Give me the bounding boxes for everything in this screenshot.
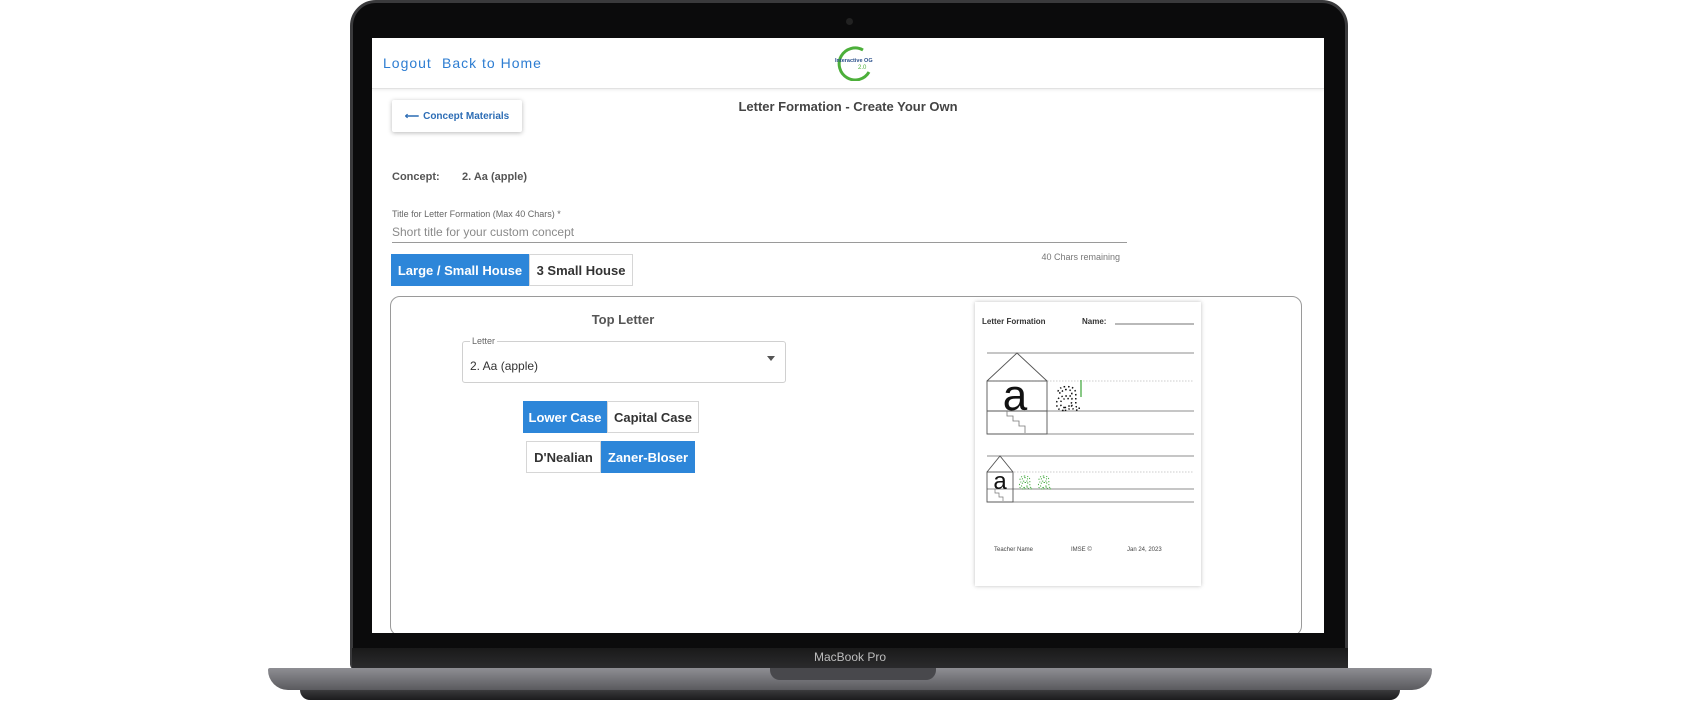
three-small-house-option[interactable]: 3 Small House	[529, 254, 633, 286]
app-screen: Logout Back to Home Interactive OG 2.0 ⟵…	[372, 38, 1324, 633]
brand-label: MacBook Pro	[813, 650, 887, 664]
case-toggle: Lower Case Capital Case	[523, 401, 699, 433]
sample-letter-large: a	[1003, 371, 1028, 420]
chars-remaining: 40 Chars remaining	[1041, 252, 1120, 262]
letter-formation-worksheet-graphic: a a a a a	[986, 323, 1194, 503]
letter-select-label: Letter	[470, 336, 498, 346]
concept-value: 2. Aa (apple)	[462, 171, 527, 183]
trace-letter-small-2: a	[1037, 468, 1051, 495]
worksheet-date: Jan 24, 2023	[1127, 547, 1162, 553]
trace-letter-small-1: a	[1018, 468, 1032, 495]
trace-letter-large: a	[1055, 371, 1080, 420]
title-input[interactable]	[392, 222, 1127, 243]
logo-text-line2: 2.0	[858, 65, 867, 71]
capital-case-option[interactable]: Capital Case	[607, 401, 699, 433]
lower-case-option[interactable]: Lower Case	[523, 401, 607, 433]
chevron-down-icon[interactable]	[767, 356, 775, 361]
laptop-notch	[770, 668, 936, 680]
sample-letter-small: a	[993, 468, 1007, 495]
imse-copyright: IMSE ©	[1071, 547, 1092, 553]
font-style-toggle: D'Nealian Zaner-Bloser	[526, 441, 695, 473]
letter-select-value: 2. Aa (apple)	[470, 359, 539, 373]
interactive-og-logo: Interactive OG 2.0	[835, 46, 873, 81]
logo-text-line1: Interactive OG	[835, 58, 873, 64]
logout-link[interactable]: Logout	[383, 55, 432, 71]
concept-label: Concept:	[392, 171, 440, 183]
laptop-foot	[300, 690, 1400, 700]
dnealian-option[interactable]: D'Nealian	[526, 441, 601, 473]
zaner-bloser-option[interactable]: Zaner-Bloser	[601, 441, 695, 473]
teacher-name: Teacher Name	[994, 547, 1034, 553]
top-letter-heading: Top Letter	[591, 312, 655, 327]
house-toggle: Large / Small House 3 Small House	[391, 254, 633, 286]
camera-icon	[846, 18, 853, 25]
title-field-label: Title for Letter Formation (Max 40 Chars…	[392, 209, 561, 219]
page-title: Letter Formation - Create Your Own	[738, 99, 958, 114]
large-small-house-option[interactable]: Large / Small House	[391, 254, 529, 286]
back-to-home-link[interactable]: Back to Home	[442, 55, 542, 71]
